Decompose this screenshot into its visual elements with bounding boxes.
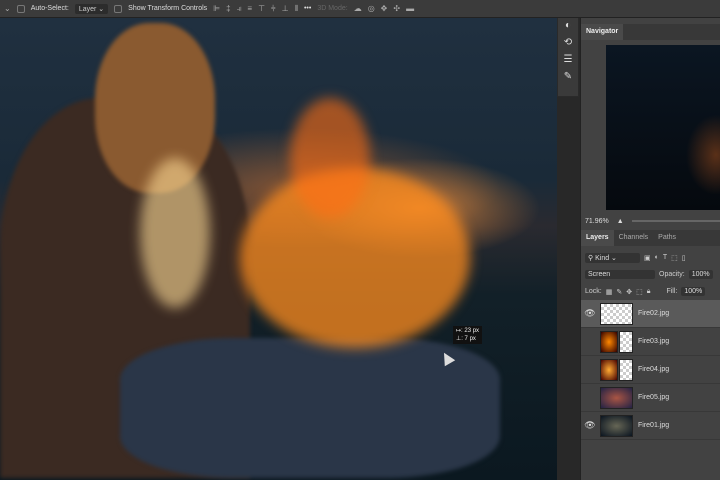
layer-row[interactable]: Fire03.jpg [581,328,720,356]
filter-kind-value: Kind [595,255,609,262]
layer-mask-thumbnail [619,359,633,381]
lock-transparent-icon[interactable]: ▦ [606,288,613,296]
layer-name: Fire03.jpg [638,338,669,345]
transform-controls-label: Show Transform Controls [128,5,207,12]
auto-select-value: Layer [79,6,97,13]
layer-thumbnail [600,415,633,437]
filter-kind-dropdown[interactable]: ⚲ Kind ⌄ [585,253,640,263]
lock-position-icon[interactable]: ✥ [626,288,632,296]
document-canvas[interactable]: ↦: 23 px⊥: 7 px [0,18,557,480]
layer-row[interactable]: Fire05.jpg [581,384,720,412]
auto-select-checkbox[interactable] [17,5,25,13]
tab-channels[interactable]: Channels [614,230,654,246]
align-right-icon[interactable]: ⫣ [237,4,242,14]
opacity-input[interactable]: 100% [689,270,713,279]
measure-width: ↦: 23 px [456,327,479,335]
brush-icon[interactable]: ✎ [564,71,572,82]
options-bar: ⌄ Auto-Select: Layer ⌄ Show Transform Co… [0,0,720,18]
blend-mode-value: Screen [588,271,610,278]
measure-tooltip: ↦: 23 px⊥: 7 px [453,326,482,344]
visibility-eye-icon[interactable]: 👁︎ [581,420,599,431]
more-button[interactable]: ••• [304,5,311,12]
fill-label: Fill: [666,288,677,295]
panel-toolstrip: ◐ ⟲ ☰ ✎ [557,15,579,97]
shape-filter-icon[interactable]: ⬚ [671,254,678,262]
align-middle-icon[interactable]: ⫩ [271,4,276,14]
3d-mode-label: 3D Mode: [317,5,347,12]
align-left-icon[interactable]: ⊫ [213,4,220,13]
layer-thumbnail [600,359,618,381]
transform-controls-checkbox[interactable] [114,5,122,13]
layer-row[interactable]: 👁︎ Fire01.jpg [581,412,720,440]
camera-icon[interactable]: ▬ [406,4,414,13]
layer-list: 👁︎ Fire02.jpg Fire03.jpg Fire04.jpg Fire0… [581,300,720,440]
glow [140,158,210,308]
search-icon: ⚲ [588,255,593,262]
layer-name: Fire02.jpg [638,310,669,317]
tab-layers[interactable]: Layers [581,230,614,246]
layer-thumbnail [600,387,633,409]
align-top-icon[interactable]: ⊤ [258,4,265,13]
measure-height: ⊥: 7 px [456,335,479,343]
distribute-vertical-icon[interactable]: ⫴ [295,4,298,14]
type-filter-icon[interactable]: T [663,254,667,261]
zoom-out-icon[interactable]: ▲ [617,218,624,225]
drag-icon[interactable]: ✥ [381,4,388,13]
opacity-label: Opacity: [659,271,685,278]
fire-flame [290,98,370,218]
auto-select-label: Auto-Select: [31,5,69,12]
orbit-icon[interactable]: ☁ [354,4,362,13]
adjustment-icon[interactable]: ◐ [565,20,571,31]
blend-mode-dropdown[interactable]: Screen [585,270,655,279]
layer-mask-thumbnail [619,331,633,353]
roll-icon[interactable]: ◎ [368,4,375,13]
align-bottom-icon[interactable]: ⊥ [282,4,289,13]
adjustment-filter-icon[interactable]: ◐ [655,254,659,261]
lock-all-icon[interactable]: 🔒︎ [647,288,651,296]
layer-name: Fire04.jpg [638,366,669,373]
zoom-level[interactable]: 71.96% [585,218,609,225]
right-panel: Navigator 71.96%▲ Layers Channels Paths … [580,18,720,480]
person-head [95,23,215,193]
layer-thumbnail [600,303,633,325]
pixel-filter-icon[interactable]: ▣ [644,254,651,262]
fill-input[interactable]: 100% [681,287,705,296]
layer-thumbnail [600,331,618,353]
smart-filter-icon[interactable]: ▯ [682,254,686,262]
history-icon[interactable]: ⟲ [564,37,572,48]
lock-pixels-icon[interactable]: ✎ [616,288,622,296]
distribute-icon[interactable]: ≡ [247,4,252,13]
tab-navigator[interactable]: Navigator [581,24,623,40]
layer-row[interactable]: Fire04.jpg [581,356,720,384]
layer-name: Fire05.jpg [638,394,669,401]
auto-select-dropdown[interactable]: Layer ⌄ [75,4,108,14]
layer-name: Fire01.jpg [638,422,669,429]
tab-paths[interactable]: Paths [653,230,681,246]
lock-label: Lock: [585,288,602,295]
zoom-slider[interactable] [632,220,720,222]
lock-artboard-icon[interactable]: ⬚ [636,288,643,296]
chevron-down-icon[interactable]: ⌄ [4,4,11,13]
layer-row[interactable]: 👁︎ Fire02.jpg [581,300,720,328]
align-center-icon[interactable]: ‡ [226,4,230,13]
properties-icon[interactable]: ☰ [564,54,573,65]
navigator-preview[interactable] [606,45,720,210]
slide-icon[interactable]: ✣ [393,4,400,13]
visibility-eye-icon[interactable]: 👁︎ [581,308,599,319]
